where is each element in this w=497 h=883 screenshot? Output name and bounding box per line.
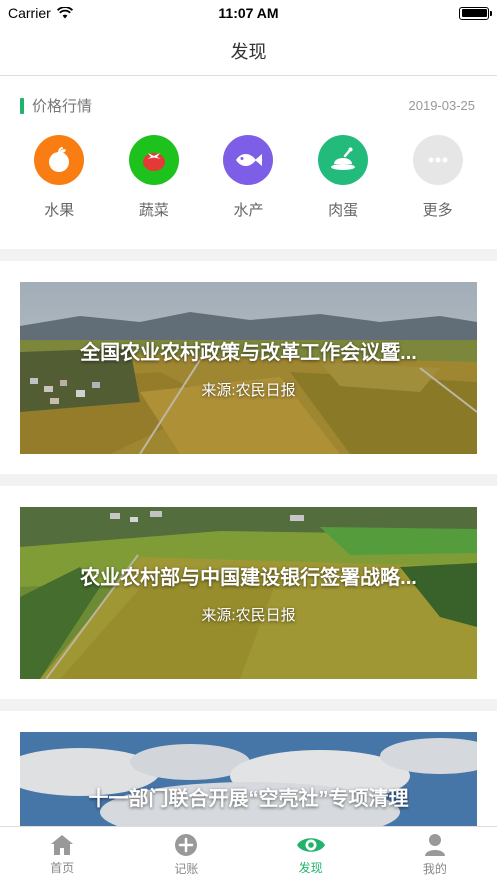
price-section-title: 价格行情 — [32, 98, 93, 115]
category-label: 肉蛋 — [328, 202, 359, 219]
category-fruit[interactable]: 水果 — [24, 135, 94, 220]
category-label: 水产 — [233, 202, 264, 219]
news-card[interactable]: 全国农业农村政策与改革工作会议暨... 来源:农民日报 — [20, 282, 477, 454]
news-title: 十一部门联合开展“空壳社”专项清理 — [88, 788, 409, 810]
category-more[interactable]: 更多 — [403, 135, 473, 220]
tab-profile[interactable]: 我的 — [373, 827, 497, 883]
nav-bar: 发现 — [0, 26, 497, 76]
category-label: 更多 — [422, 202, 453, 219]
section-divider — [0, 699, 497, 711]
section-divider — [0, 249, 497, 261]
section-accent-bar — [20, 97, 24, 114]
tab-bookkeeping[interactable]: 记账 — [124, 827, 248, 883]
wifi-icon — [56, 7, 73, 19]
news-source: 来源:农民日报 — [201, 382, 296, 399]
status-bar: Carrier 11:07 AM — [0, 0, 497, 26]
category-label: 蔬菜 — [138, 202, 169, 219]
news-card[interactable]: 农业农村部与中国建设银行签署战略... 来源:农民日报 — [20, 507, 477, 679]
page-title: 发现 — [230, 41, 267, 62]
tab-label: 首页 — [50, 861, 75, 875]
home-icon — [51, 835, 74, 855]
battery-icon — [459, 6, 492, 20]
plus-icon — [175, 834, 198, 856]
category-list: 水果 蔬菜 水产 肉蛋 更多 — [0, 135, 497, 220]
tab-label: 发现 — [298, 861, 323, 875]
price-section-header: 价格行情 2019-03-25 — [20, 95, 475, 116]
category-meat-egg[interactable]: 肉蛋 — [308, 135, 378, 220]
status-time: 11:07 AM — [218, 5, 279, 21]
category-aquatic[interactable]: 水产 — [213, 135, 283, 220]
profile-icon — [424, 834, 445, 856]
section-divider — [0, 474, 497, 486]
tab-label: 记账 — [174, 862, 199, 876]
category-label: 水果 — [44, 202, 75, 219]
fish-icon — [223, 135, 274, 185]
meat-icon — [318, 135, 369, 185]
news-title: 农业农村部与中国建设银行签署战略... — [80, 567, 417, 589]
fruit-icon — [34, 135, 85, 185]
tab-label: 我的 — [422, 862, 447, 876]
more-icon — [412, 135, 463, 185]
price-section: 价格行情 2019-03-25 水果 蔬菜 水产 肉蛋 更多 — [0, 77, 497, 249]
price-date: 2019-03-25 — [408, 98, 476, 113]
category-vegetable[interactable]: 蔬菜 — [119, 135, 189, 220]
tab-discover[interactable]: 发现 — [249, 827, 373, 883]
news-source: 来源:农民日报 — [201, 607, 296, 624]
news-title: 全国农业农村政策与改革工作会议暨... — [80, 342, 417, 364]
tab-home[interactable]: 首页 — [0, 827, 124, 883]
eye-icon — [296, 838, 325, 852]
carrier-label: Carrier — [8, 5, 51, 21]
tab-bar: 首页 记账 发现 我的 — [0, 826, 497, 883]
vegetable-icon — [128, 135, 179, 185]
